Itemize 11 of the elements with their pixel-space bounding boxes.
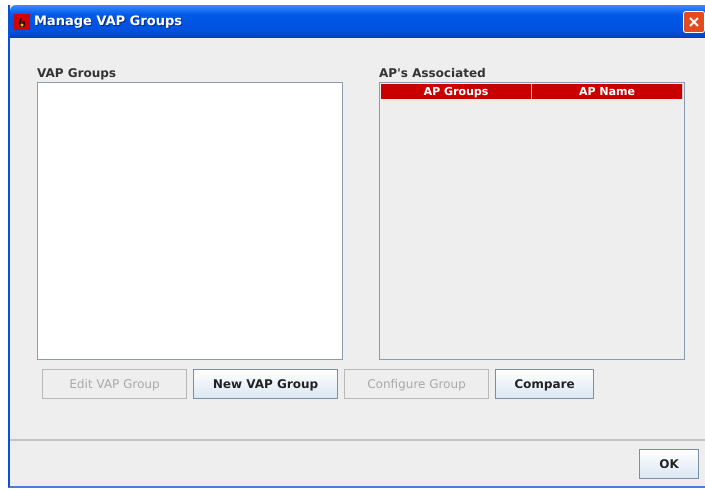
close-icon: [688, 16, 700, 28]
column-header[interactable]: AP Name: [532, 84, 683, 99]
flame-icon: [14, 14, 30, 30]
panel-label: VAP Groups: [37, 66, 118, 80]
column-header[interactable]: AP Groups: [381, 84, 532, 99]
panel-label: AP's Associated: [379, 66, 487, 80]
action-button[interactable]: New VAP Group: [193, 369, 338, 399]
close-button[interactable]: [683, 10, 705, 32]
action-button[interactable]: Compare: [495, 369, 594, 399]
ok-button[interactable]: OK: [639, 448, 699, 478]
window-title: Manage VAP Groups: [34, 14, 182, 29]
